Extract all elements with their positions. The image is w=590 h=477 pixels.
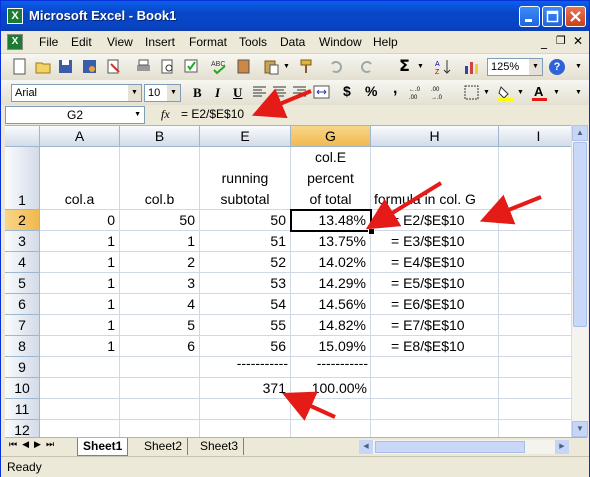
arrow-total (282, 391, 336, 421)
arrow-g2 (365, 181, 443, 230)
annotation-arrows (251, 88, 542, 421)
excel-window: X Microsoft Excel - Book1 X File Edit Vi… (0, 0, 590, 477)
arrow-formula (251, 88, 312, 119)
arrow-h2 (479, 194, 542, 225)
